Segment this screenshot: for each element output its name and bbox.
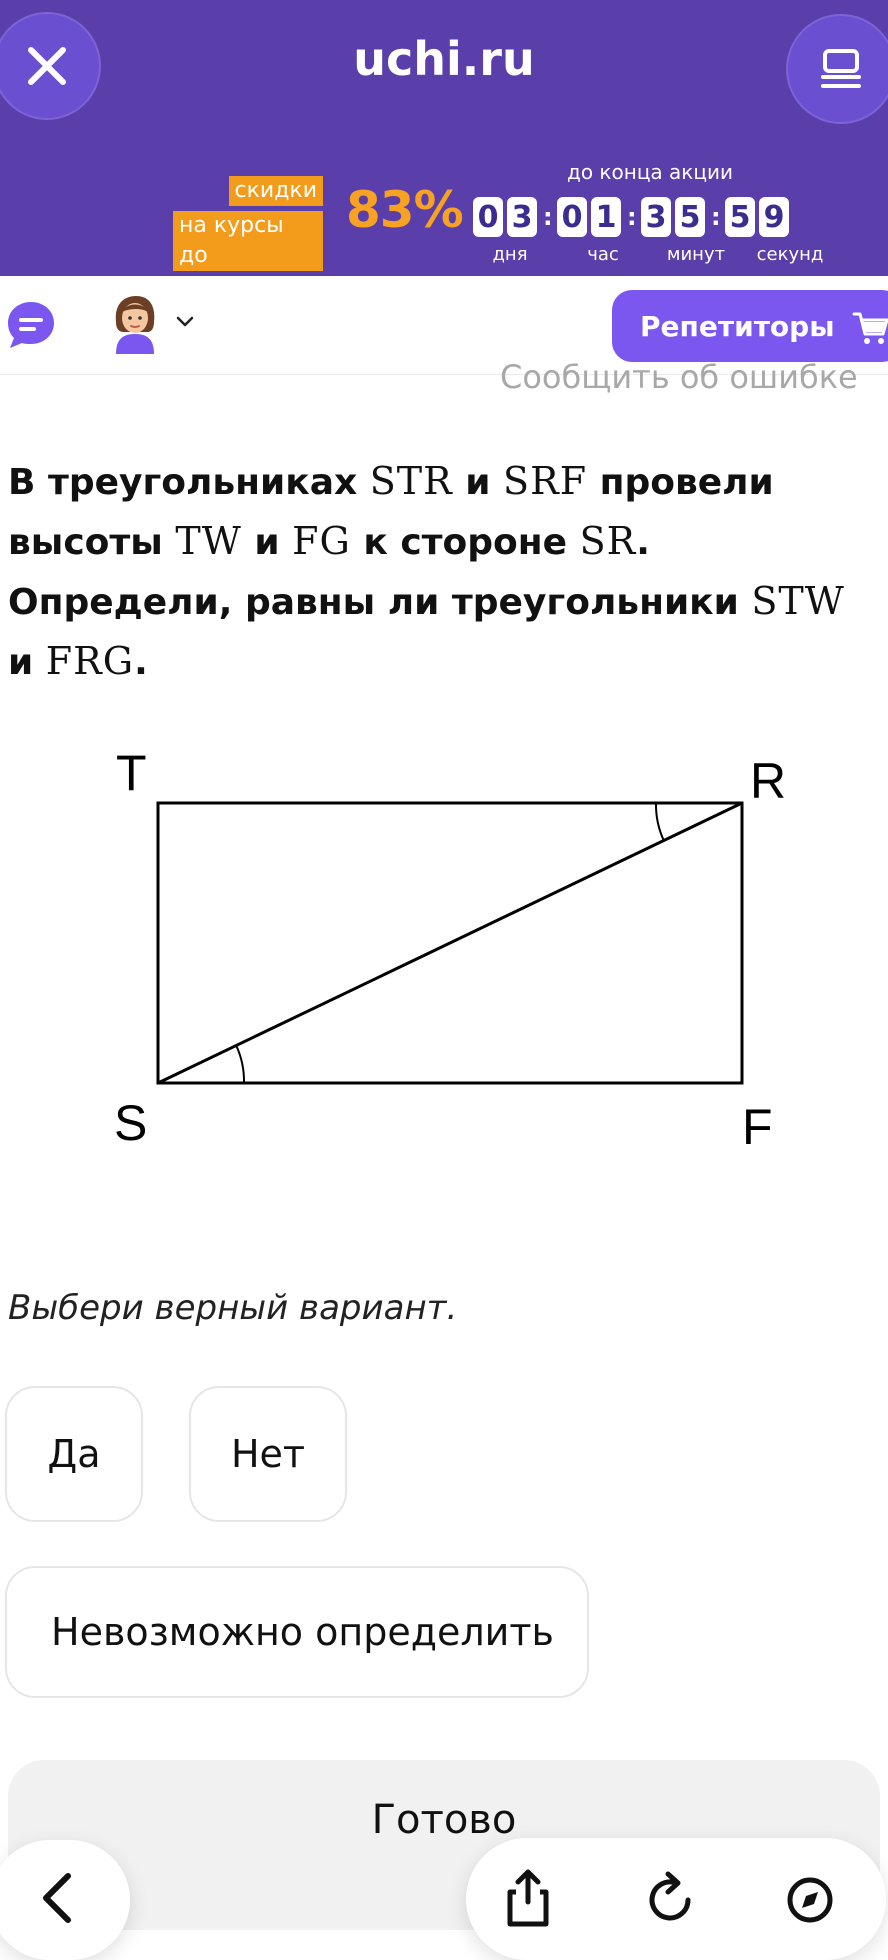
share-icon[interactable] (502, 1868, 554, 1928)
unit-minutes: минут (666, 244, 726, 265)
math-expr: SR (579, 519, 637, 563)
countdown-digit: 3 (507, 197, 537, 237)
avatar[interactable] (104, 292, 166, 354)
vertex-label-S: S (114, 1095, 147, 1151)
tutors-button-label: Репетиторы (640, 309, 835, 343)
option-impossible-label: Невозможно определить (51, 1610, 554, 1654)
question-text: В треугольниках STR и SRF провели высоты… (8, 452, 868, 692)
question-part: . (134, 642, 148, 683)
math-expr: FRG (45, 639, 135, 683)
unit-days: дня (492, 244, 528, 265)
option-yes-label: Да (47, 1432, 101, 1476)
back-icon (43, 1873, 71, 1923)
site-brand[interactable]: uchi.ru (0, 32, 888, 86)
math-expr: TW (175, 519, 242, 563)
math-expr: FG (292, 519, 351, 563)
option-yes[interactable]: Да (5, 1386, 143, 1522)
angle-mark-R (654, 802, 665, 842)
browser-back-button[interactable] (0, 1840, 130, 1960)
compass-icon[interactable] (784, 1868, 836, 1928)
report-error-link[interactable]: Сообщить об ошибке (500, 358, 888, 396)
countdown-digit: 5 (675, 197, 705, 237)
option-no[interactable]: Нет (189, 1386, 347, 1522)
vertex-label-T: T (116, 745, 147, 801)
unit-hours: час (587, 244, 619, 265)
chat-icon[interactable] (4, 298, 58, 352)
countdown-digit: 1 (591, 197, 621, 237)
question-part: и (241, 522, 293, 563)
discount-percent: 83% (346, 181, 464, 239)
menu-icon (821, 49, 861, 88)
answer-prompt: Выбери верный вариант. (8, 1288, 458, 1328)
countdown-digit: 0 (473, 197, 503, 237)
promo-tag-line2: на курсы до (173, 211, 323, 271)
vertex-label-F: F (742, 1099, 773, 1155)
promo-tag-line1: скидки (228, 176, 323, 206)
tutors-button[interactable]: Репетиторы (612, 290, 888, 362)
promo-tag: скидки на курсы до (173, 176, 323, 271)
menu-button[interactable] (786, 14, 888, 124)
countdown-digit: 3 (641, 197, 671, 237)
question-part: В треугольниках (8, 462, 370, 503)
question-part: и (8, 642, 46, 683)
vertex-label-R: R (750, 753, 786, 809)
diagonal-SR (157, 801, 743, 1085)
angle-mark-S (235, 1044, 246, 1084)
geometry-diagram: T R S F (114, 745, 786, 1155)
countdown-units: дня час минут секунд (470, 244, 830, 268)
countdown-timer: 0 3 : 0 1 : 3 5 : 5 9 (471, 194, 791, 240)
unit-seconds: секунд (756, 244, 824, 265)
reload-icon[interactable] (644, 1868, 696, 1928)
math-expr: STW (751, 579, 845, 623)
chevron-down-icon[interactable] (176, 316, 194, 328)
cart-icon (852, 312, 888, 344)
browser-actions (466, 1838, 886, 1960)
math-expr: STR (369, 459, 453, 503)
countdown-digit: 0 (557, 197, 587, 237)
promo-until-label: до конца акции (567, 160, 733, 184)
countdown-separator: : (711, 203, 721, 231)
option-impossible[interactable]: Невозможно определить (5, 1566, 589, 1698)
math-expr: SRF (503, 459, 588, 503)
promo-header: uchi.ru скидки на курсы до 83% до конца … (0, 0, 888, 276)
countdown-digit: 5 (725, 197, 755, 237)
option-no-label: Нет (230, 1432, 306, 1476)
countdown-separator: : (627, 203, 637, 231)
question-part: к стороне (350, 522, 580, 563)
countdown-digit: 9 (759, 197, 789, 237)
countdown-separator: : (543, 203, 553, 231)
question-part: и (452, 462, 504, 503)
